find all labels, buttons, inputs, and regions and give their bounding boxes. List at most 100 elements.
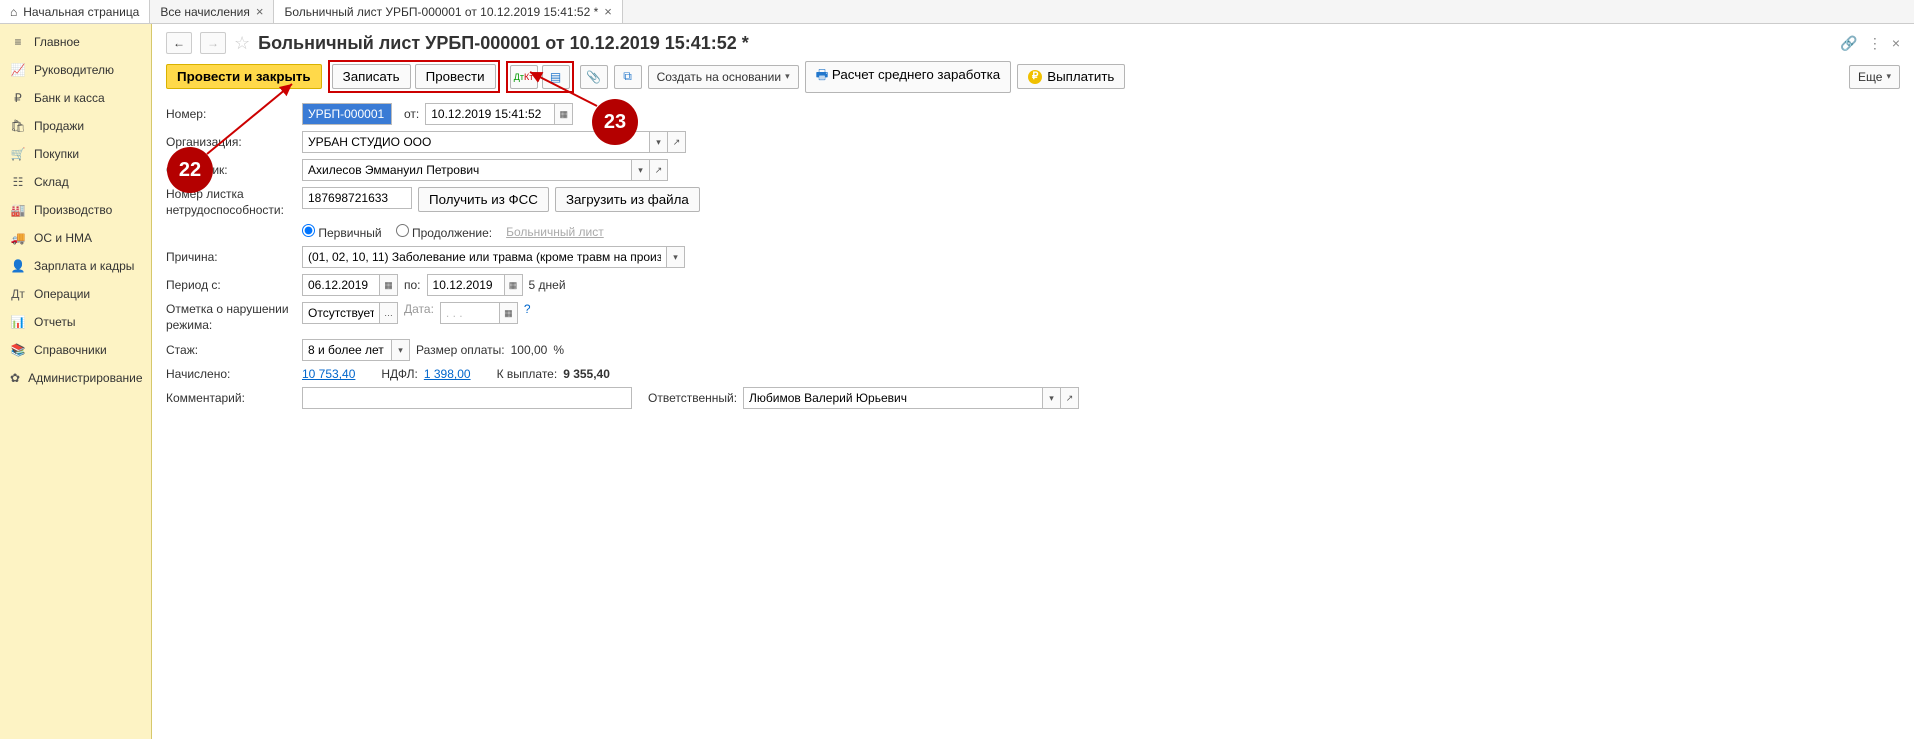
- bars-icon: 📊: [10, 315, 26, 329]
- ruble-badge-icon: ₽: [1028, 70, 1042, 84]
- chevron-down-icon[interactable]: ▾: [632, 159, 650, 181]
- label-accrued: Начислено:: [166, 367, 296, 381]
- post-close-button[interactable]: Провести и закрыть: [166, 64, 322, 89]
- sidebar-item-label: Зарплата и кадры: [34, 259, 134, 273]
- books-icon: 📚: [10, 343, 26, 357]
- sidebar-item-purchases[interactable]: 🛒Покупки: [0, 140, 151, 168]
- help-icon[interactable]: ?: [524, 302, 531, 316]
- days-count: 5 дней: [529, 278, 566, 292]
- label-violation-date: Дата:: [404, 302, 434, 316]
- sidebar-item-warehouse[interactable]: ☷ Склад: [0, 168, 151, 196]
- chevron-down-icon[interactable]: ▾: [667, 246, 685, 268]
- sidebar-item-label: Банк и касса: [34, 91, 105, 105]
- post-button[interactable]: Провести: [415, 64, 496, 89]
- employee-field[interactable]: ▾ ↗: [302, 159, 668, 181]
- factory-icon: 🏭: [10, 203, 26, 217]
- create-based-button[interactable]: Создать на основании: [648, 65, 799, 89]
- calendar-icon[interactable]: ▦: [380, 274, 398, 296]
- calendar-icon[interactable]: ▦: [555, 103, 573, 125]
- violation-date-field[interactable]: ▦: [440, 302, 518, 324]
- accrued-link[interactable]: 10 753,40: [302, 367, 355, 381]
- close-icon[interactable]: ×: [1892, 35, 1900, 51]
- sidebar-item-label: Администрирование: [28, 371, 142, 385]
- sidebar-item-label: Руководителю: [34, 63, 114, 77]
- close-icon[interactable]: ×: [256, 4, 264, 19]
- disability-no-field[interactable]: [302, 187, 412, 209]
- sidebar: ≡Главное 📈Руководителю ₽Банк и касса 🛍Пр…: [0, 24, 152, 739]
- sidebar-item-bank[interactable]: ₽Банк и касса: [0, 84, 151, 112]
- sidebar-item-admin[interactable]: ✿ Администрирование: [0, 364, 151, 392]
- chevron-down-icon[interactable]: ▾: [1043, 387, 1061, 409]
- radio-continuation[interactable]: Продолжение:: [396, 224, 493, 240]
- tab-document[interactable]: Больничный лист УРБП-000001 от 10.12.201…: [274, 0, 622, 23]
- ellipsis-icon[interactable]: …: [380, 302, 398, 324]
- to-pay-value: 9 355,40: [563, 367, 610, 381]
- date-field[interactable]: ▦: [425, 103, 573, 125]
- sidebar-item-assets[interactable]: 🚚ОС и НМА: [0, 224, 151, 252]
- sidebar-item-label: Главное: [34, 35, 80, 49]
- sidebar-item-catalogs[interactable]: 📚 Справочники: [0, 336, 151, 364]
- reason-field[interactable]: ▾: [302, 246, 685, 268]
- radio-primary[interactable]: Первичный: [302, 224, 382, 240]
- sidebar-item-reports[interactable]: 📊Отчеты: [0, 308, 151, 336]
- sidebar-item-production[interactable]: 🏭Производство: [0, 196, 151, 224]
- bag-icon: 🛍: [10, 119, 26, 133]
- tab-label: Все начисления: [160, 5, 250, 19]
- number-field[interactable]: [302, 103, 392, 125]
- annotation-box-22: Записать Провести: [328, 60, 500, 93]
- load-file-button[interactable]: Загрузить из файла: [555, 187, 700, 212]
- open-icon[interactable]: ↗: [650, 159, 668, 181]
- sidebar-item-hr[interactable]: 👤Зарплата и кадры: [0, 252, 151, 280]
- responsible-field[interactable]: ▾ ↗: [743, 387, 1079, 409]
- experience-field[interactable]: ▾: [302, 339, 410, 361]
- label-comment: Комментарий:: [166, 391, 296, 405]
- chevron-down-icon[interactable]: ▾: [650, 131, 668, 153]
- attach-icon-button[interactable]: 📎: [580, 65, 608, 89]
- close-icon[interactable]: ×: [604, 4, 612, 19]
- content: ← → ☆ Больничный лист УРБП-000001 от 10.…: [152, 24, 1914, 739]
- star-icon[interactable]: ☆: [234, 33, 250, 54]
- annotation-22: 22: [167, 147, 213, 193]
- tab-home[interactable]: ⌂ Начальная страница: [0, 0, 150, 23]
- sidebar-item-main[interactable]: ≡Главное: [0, 28, 151, 56]
- comment-field[interactable]: [302, 387, 632, 409]
- sidebar-item-label: Операции: [34, 287, 90, 301]
- calendar-icon[interactable]: ▦: [505, 274, 523, 296]
- sidebar-item-label: Справочники: [34, 343, 107, 357]
- period-to-field[interactable]: ▦: [427, 274, 523, 296]
- pay-button[interactable]: ₽Выплатить: [1017, 64, 1125, 89]
- list-icon-button[interactable]: ▤: [542, 65, 570, 89]
- ndfl-link[interactable]: 1 398,00: [424, 367, 471, 381]
- calendar-icon[interactable]: ▦: [500, 302, 518, 324]
- link-icon[interactable]: 🔗: [1840, 35, 1857, 52]
- forward-button[interactable]: →: [200, 32, 226, 54]
- more-icon[interactable]: ⋮: [1868, 35, 1882, 52]
- sidebar-item-label: Склад: [34, 175, 69, 189]
- gear-icon: ✿: [10, 371, 20, 385]
- open-icon[interactable]: ↗: [668, 131, 686, 153]
- label-ndfl: НДФЛ:: [381, 367, 417, 381]
- chevron-down-icon[interactable]: ▾: [392, 339, 410, 361]
- label-period-from: Период с:: [166, 278, 296, 292]
- page-title: Больничный лист УРБП-000001 от 10.12.201…: [258, 33, 749, 54]
- annotation-box-23: ДтКт ▤: [506, 61, 574, 93]
- percent-sign: %: [553, 343, 564, 357]
- violation-field[interactable]: …: [302, 302, 398, 324]
- titlebar: ← → ☆ Больничный лист УРБП-000001 от 10.…: [166, 32, 1900, 54]
- structure-icon-button[interactable]: ⧉: [614, 65, 642, 89]
- avg-calc-button[interactable]: 🖶 Расчет среднего заработка: [805, 61, 1012, 93]
- toolbar: Провести и закрыть Записать Провести ДтК…: [166, 60, 1900, 93]
- tab-home-label: Начальная страница: [23, 5, 139, 19]
- tab-all-accruals[interactable]: Все начисления ×: [150, 0, 274, 23]
- back-button[interactable]: ←: [166, 32, 192, 54]
- dtkt-icon-button[interactable]: ДтКт: [510, 65, 538, 89]
- open-icon[interactable]: ↗: [1061, 387, 1079, 409]
- get-fss-button[interactable]: Получить из ФСС: [418, 187, 549, 212]
- period-from-field[interactable]: ▦: [302, 274, 398, 296]
- save-button[interactable]: Записать: [332, 64, 411, 89]
- sidebar-item-sales[interactable]: 🛍Продажи: [0, 112, 151, 140]
- sidebar-item-manager[interactable]: 📈Руководителю: [0, 56, 151, 84]
- grid-icon: ☷: [10, 175, 26, 189]
- sidebar-item-operations[interactable]: ДтОперации: [0, 280, 151, 308]
- more-button[interactable]: Еще: [1849, 65, 1900, 89]
